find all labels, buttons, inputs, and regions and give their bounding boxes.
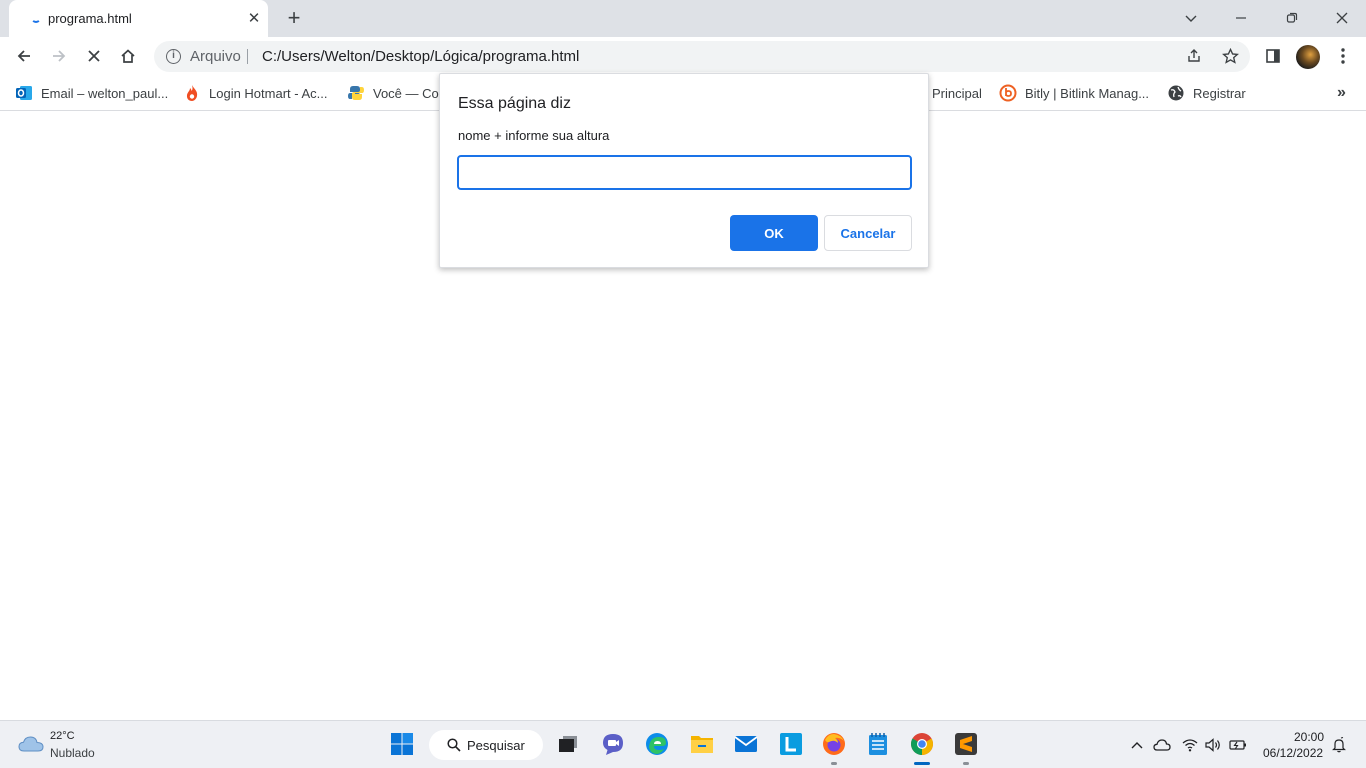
bookmark-label: Email – welton_paul... <box>41 85 169 101</box>
active-app-indicator <box>914 762 930 765</box>
bookmark-label: Você — Co <box>373 85 439 101</box>
ok-button[interactable]: OK <box>730 215 818 251</box>
battery-icon[interactable] <box>1228 735 1248 755</box>
bookmark-label: Bitly | Bitlink Manag... <box>1025 85 1150 101</box>
search-label: Pesquisar <box>467 737 525 753</box>
bookmark-registrar[interactable]: Registrar <box>1167 83 1246 103</box>
dialog-title: Essa página diz <box>458 95 571 112</box>
onedrive-cloud-icon[interactable] <box>1152 735 1172 755</box>
omnibox-separator <box>247 49 248 64</box>
clock-time[interactable]: 20:00 <box>1294 730 1324 744</box>
weather-desc[interactable]: Nublado <box>50 746 95 760</box>
running-indicator <box>831 762 837 765</box>
home-button[interactable] <box>116 44 140 68</box>
task-view-icon[interactable] <box>555 731 581 757</box>
tab-search-chevron-icon[interactable] <box>1179 6 1203 30</box>
chrome-icon[interactable] <box>909 731 935 757</box>
clock-date[interactable]: 06/12/2022 <box>1263 746 1323 760</box>
tray-chevron-up-icon[interactable] <box>1127 735 1147 755</box>
mail-icon[interactable] <box>733 731 759 757</box>
edge-icon[interactable] <box>644 731 670 757</box>
address-bar[interactable]: i Arquivo C:/Users/Welton/Desktop/Lógica… <box>154 41 1250 72</box>
menu-kebab-icon[interactable] <box>1331 44 1355 68</box>
tab-strip: programa.html ✕ + <box>0 0 1366 37</box>
bookmark-voce[interactable]: Você — Co <box>347 83 439 103</box>
loading-spinner-icon <box>31 13 41 23</box>
tab-programa[interactable]: programa.html ✕ <box>9 0 268 37</box>
notification-bell-icon[interactable] <box>1329 735 1349 755</box>
sublime-text-icon[interactable] <box>953 731 979 757</box>
windows-start-icon[interactable] <box>389 731 415 757</box>
bookmark-label: Registrar <box>1193 85 1246 101</box>
scheme-label: Arquivo <box>190 48 241 65</box>
bookmarks-overflow-button[interactable]: » <box>1337 83 1346 103</box>
windows-taskbar: 22°C Nublado Pesquisar 20:00 06/12/2022 <box>0 720 1366 768</box>
cloud-weather-icon[interactable] <box>18 734 44 754</box>
forward-button[interactable] <box>47 44 71 68</box>
cancel-button[interactable]: Cancelar <box>824 215 912 251</box>
dialog-message: nome + informe sua altura <box>458 128 610 143</box>
teams-chat-icon[interactable] <box>600 731 626 757</box>
volume-icon[interactable] <box>1204 735 1224 755</box>
hotmart-icon <box>186 85 198 101</box>
back-button[interactable] <box>12 44 36 68</box>
url-text[interactable]: C:/Users/Welton/Desktop/Lógica/programa.… <box>262 48 579 65</box>
prompt-input[interactable] <box>457 155 912 190</box>
tab-title: programa.html <box>48 11 132 26</box>
browser-toolbar: i Arquivo C:/Users/Welton/Desktop/Lógica… <box>0 37 1366 75</box>
python-icon <box>348 86 364 100</box>
running-indicator <box>963 762 969 765</box>
stop-loading-button[interactable] <box>82 44 106 68</box>
prompt-dialog: Essa página diz nome + informe sua altur… <box>439 73 929 268</box>
firefox-icon[interactable] <box>821 731 847 757</box>
minimize-button[interactable] <box>1229 6 1253 30</box>
bookmark-principal[interactable]: Principal <box>932 83 982 103</box>
search-icon <box>447 738 461 752</box>
bookmark-star-icon[interactable] <box>1220 46 1240 66</box>
bookmark-label: Principal <box>932 85 982 101</box>
new-tab-button[interactable]: + <box>283 7 305 29</box>
bookmark-label: Login Hotmart - Ac... <box>209 85 328 101</box>
close-window-button[interactable] <box>1330 6 1354 30</box>
weather-temp[interactable]: 22°C <box>50 730 75 742</box>
bookmark-hotmart[interactable]: Login Hotmart - Ac... <box>183 83 328 103</box>
restore-button[interactable] <box>1280 6 1304 30</box>
bitly-icon <box>999 84 1017 102</box>
share-icon[interactable] <box>1184 46 1204 66</box>
wifi-icon[interactable] <box>1180 735 1200 755</box>
site-info-icon[interactable]: i <box>166 49 181 64</box>
profile-avatar[interactable] <box>1296 45 1320 69</box>
bookmark-bitly[interactable]: Bitly | Bitlink Manag... <box>999 83 1149 103</box>
globe-icon <box>1168 85 1184 101</box>
tab-close-icon[interactable]: ✕ <box>244 8 264 28</box>
side-panel-icon[interactable] <box>1261 44 1285 68</box>
taskbar-search[interactable]: Pesquisar <box>429 730 543 760</box>
file-explorer-icon[interactable] <box>689 731 715 757</box>
outlook-icon <box>16 86 32 100</box>
learn-l-icon[interactable] <box>778 731 804 757</box>
notepad-icon[interactable] <box>865 731 891 757</box>
bookmark-email[interactable]: Email – welton_paul... <box>15 83 168 103</box>
